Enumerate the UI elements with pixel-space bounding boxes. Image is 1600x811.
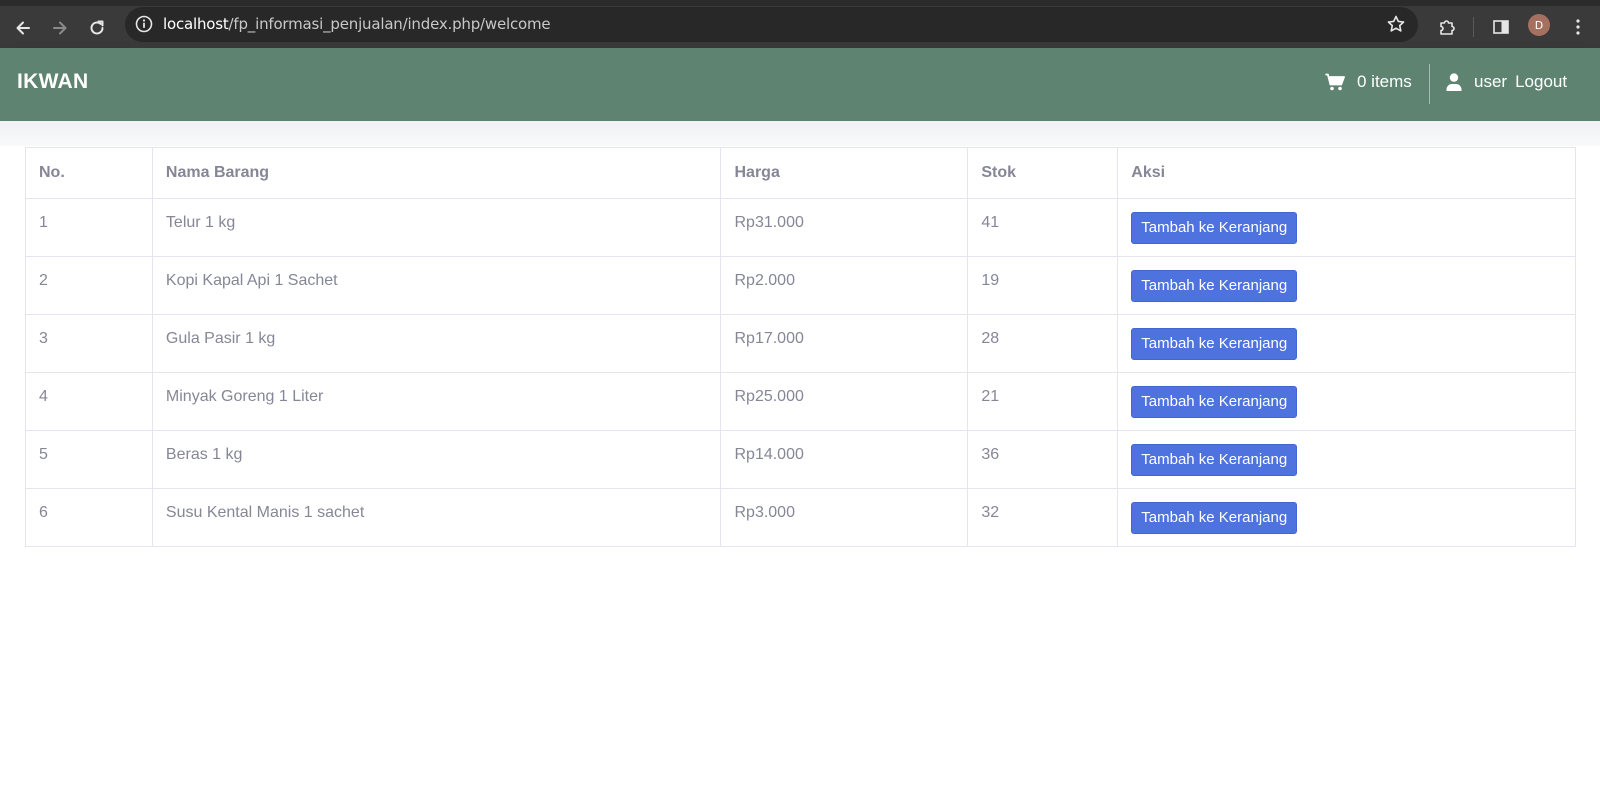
toolbar-separator — [1473, 17, 1474, 37]
cell-aksi: Tambah ke Keranjang — [1117, 488, 1576, 547]
cell-aksi: Tambah ke Keranjang — [1117, 256, 1576, 315]
url-text[interactable]: localhost/fp_informasi_penjualan/index.p… — [163, 15, 551, 33]
cell-nama-barang: Gula Pasir 1 kg — [151, 314, 722, 373]
add-to-cart-button[interactable]: Tambah ke Keranjang — [1131, 270, 1298, 302]
forward-arrow-icon[interactable] — [47, 15, 73, 41]
username-label: user — [1474, 72, 1508, 91]
user-icon — [1446, 73, 1462, 91]
app-navbar: IKWAN 0 items user Logout — [0, 48, 1600, 121]
cell-no: 6 — [25, 488, 153, 547]
cell-nama-barang: Telur 1 kg — [151, 198, 722, 257]
cell-harga: Rp17.000 — [720, 314, 969, 373]
cell-aksi: Tambah ke Keranjang — [1117, 430, 1576, 489]
add-to-cart-button[interactable]: Tambah ke Keranjang — [1131, 502, 1298, 534]
address-bar[interactable]: localhost/fp_informasi_penjualan/index.p… — [125, 7, 1418, 42]
cell-stok: 41 — [967, 198, 1119, 257]
cell-nama-barang: Minyak Goreng 1 Liter — [151, 372, 722, 431]
shopping-cart-icon — [1325, 73, 1345, 91]
cell-no: 5 — [25, 430, 153, 489]
cell-harga: Rp14.000 — [720, 430, 969, 489]
site-info-icon[interactable] — [135, 15, 153, 33]
logout-link[interactable]: Logout — [1515, 72, 1567, 92]
profile-avatar[interactable]: D — [1528, 14, 1550, 36]
table-row: 2 Kopi Kapal Api 1 Sachet Rp2.000 19 Tam… — [25, 256, 1576, 315]
cell-harga: Rp31.000 — [720, 198, 969, 257]
cell-stok: 32 — [967, 488, 1119, 547]
cell-stok: 36 — [967, 430, 1119, 489]
cell-stok: 28 — [967, 314, 1119, 373]
cell-nama-barang: Kopi Kapal Api 1 Sachet — [151, 256, 722, 315]
cart-link[interactable]: 0 items — [1325, 72, 1412, 92]
table-header-row: No. Nama Barang Harga Stok Aksi — [25, 147, 1576, 199]
cell-no: 2 — [25, 256, 153, 315]
product-table: No. Nama Barang Harga Stok Aksi 1 Telur … — [25, 147, 1576, 547]
add-to-cart-button[interactable]: Tambah ke Keranjang — [1131, 444, 1298, 476]
cell-stok: 19 — [967, 256, 1119, 315]
cell-stok: 21 — [967, 372, 1119, 431]
table-row: 5 Beras 1 kg Rp14.000 36 Tambah ke Keran… — [25, 430, 1576, 489]
extensions-puzzle-icon[interactable] — [1435, 15, 1459, 39]
table-row: 6 Susu Kental Manis 1 sachet Rp3.000 32 … — [25, 488, 1576, 547]
cell-no: 3 — [25, 314, 153, 373]
header-stok: Stok — [967, 147, 1119, 199]
add-to-cart-button[interactable]: Tambah ke Keranjang — [1131, 328, 1298, 360]
back-arrow-icon[interactable] — [10, 15, 36, 41]
cell-aksi: Tambah ke Keranjang — [1117, 372, 1576, 431]
cell-nama-barang: Beras 1 kg — [151, 430, 722, 489]
bookmark-star-icon[interactable] — [1386, 14, 1406, 34]
cell-harga: Rp2.000 — [720, 256, 969, 315]
header-harga: Harga — [720, 147, 969, 199]
side-panel-icon[interactable] — [1489, 15, 1513, 39]
cell-aksi: Tambah ke Keranjang — [1117, 314, 1576, 373]
cell-harga: Rp3.000 — [720, 488, 969, 547]
cell-no: 4 — [25, 372, 153, 431]
cart-count-label: 0 items — [1357, 72, 1412, 91]
add-to-cart-button[interactable]: Tambah ke Keranjang — [1131, 386, 1298, 418]
table-row: 1 Telur 1 kg Rp31.000 41 Tambah ke Keran… — [25, 198, 1576, 257]
table-row: 4 Minyak Goreng 1 Liter Rp25.000 21 Tamb… — [25, 372, 1576, 431]
browser-toolbar: localhost/fp_informasi_penjualan/index.p… — [0, 0, 1600, 48]
add-to-cart-button[interactable]: Tambah ke Keranjang — [1131, 212, 1298, 244]
table-row: 3 Gula Pasir 1 kg Rp17.000 28 Tambah ke … — [25, 314, 1576, 373]
content-top-band — [0, 121, 1600, 146]
header-no: No. — [25, 147, 153, 199]
cell-nama-barang: Susu Kental Manis 1 sachet — [151, 488, 722, 547]
header-aksi: Aksi — [1117, 147, 1576, 199]
cell-no: 1 — [25, 198, 153, 257]
reload-icon[interactable] — [84, 15, 110, 41]
cell-aksi: Tambah ke Keranjang — [1117, 198, 1576, 257]
browser-menu-icon[interactable] — [1566, 15, 1590, 39]
header-nama-barang: Nama Barang — [151, 147, 722, 199]
user-menu[interactable]: user Logout — [1446, 72, 1567, 92]
navbar-divider — [1429, 64, 1430, 104]
brand-logo-text[interactable]: IKWAN — [17, 70, 89, 94]
cell-harga: Rp25.000 — [720, 372, 969, 431]
